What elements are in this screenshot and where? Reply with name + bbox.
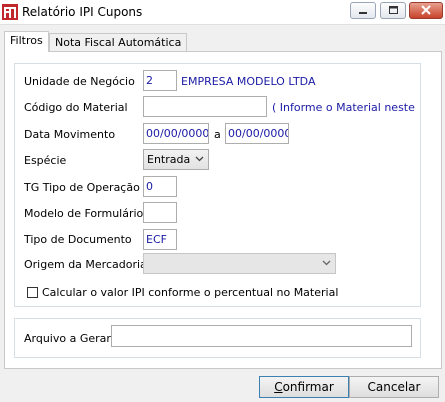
tab-filtros[interactable]: Filtros: [4, 31, 49, 52]
app-logo-icon: [2, 4, 18, 20]
minimize-button[interactable]: [350, 2, 376, 19]
cancelar-button[interactable]: Cancelar: [349, 376, 439, 398]
chevron-down-icon: [195, 156, 204, 162]
data-to-input[interactable]: 00/00/0000: [225, 123, 289, 144]
maximize-icon: [389, 6, 398, 14]
tg-label: TG Tipo de Operação: [24, 181, 140, 194]
modelo-label: Modelo de Formulário: [24, 207, 144, 220]
unidade-description: EMPRESA MODELO LTDA: [181, 75, 316, 88]
calcular-ipi-checkbox[interactable]: [27, 287, 38, 298]
confirmar-hotkey: C: [274, 380, 283, 394]
especie-select[interactable]: Entrada: [143, 149, 209, 170]
title-bar: Relatório IPI Cupons: [0, 0, 445, 25]
unidade-input[interactable]: 2: [143, 70, 177, 91]
especie-selected: Entrada: [147, 153, 191, 166]
calcular-ipi-label: Calcular o valor IPI conforme o percentu…: [42, 286, 339, 299]
especie-label: Espécie: [24, 154, 67, 167]
close-icon: [421, 5, 431, 15]
confirmar-button[interactable]: Confirmar: [259, 376, 349, 398]
close-button[interactable]: [409, 2, 443, 19]
confirmar-label: onfirmar: [282, 380, 334, 394]
tab-nota-fiscal-automatica[interactable]: Nota Fiscal Automática: [49, 33, 188, 52]
modelo-input[interactable]: [143, 202, 177, 223]
origem-select[interactable]: [143, 253, 336, 274]
codigo-hint: ( Informe o Material neste Cam: [272, 101, 416, 114]
maximize-button[interactable]: [380, 2, 406, 19]
chevron-down-icon: [322, 260, 331, 266]
codigo-input[interactable]: [143, 96, 267, 117]
window-title: Relatório IPI Cupons: [22, 5, 143, 19]
data-label: Data Movimento: [24, 128, 116, 141]
tg-input[interactable]: 0: [143, 176, 177, 197]
minimize-icon: [359, 12, 367, 14]
arquivo-label: Arquivo a Gerar: [24, 332, 111, 345]
data-separator: a: [214, 128, 221, 141]
tipo-doc-input[interactable]: ECF: [143, 229, 177, 250]
codigo-label: Código do Material: [24, 101, 128, 114]
tipo-doc-label: Tipo de Documento: [24, 233, 132, 246]
origem-label: Origem da Mercadoria: [24, 258, 147, 271]
arquivo-input[interactable]: [111, 325, 412, 347]
unidade-label: Unidade de Negócio: [24, 75, 135, 88]
data-from-input[interactable]: 00/00/0000: [143, 123, 209, 144]
